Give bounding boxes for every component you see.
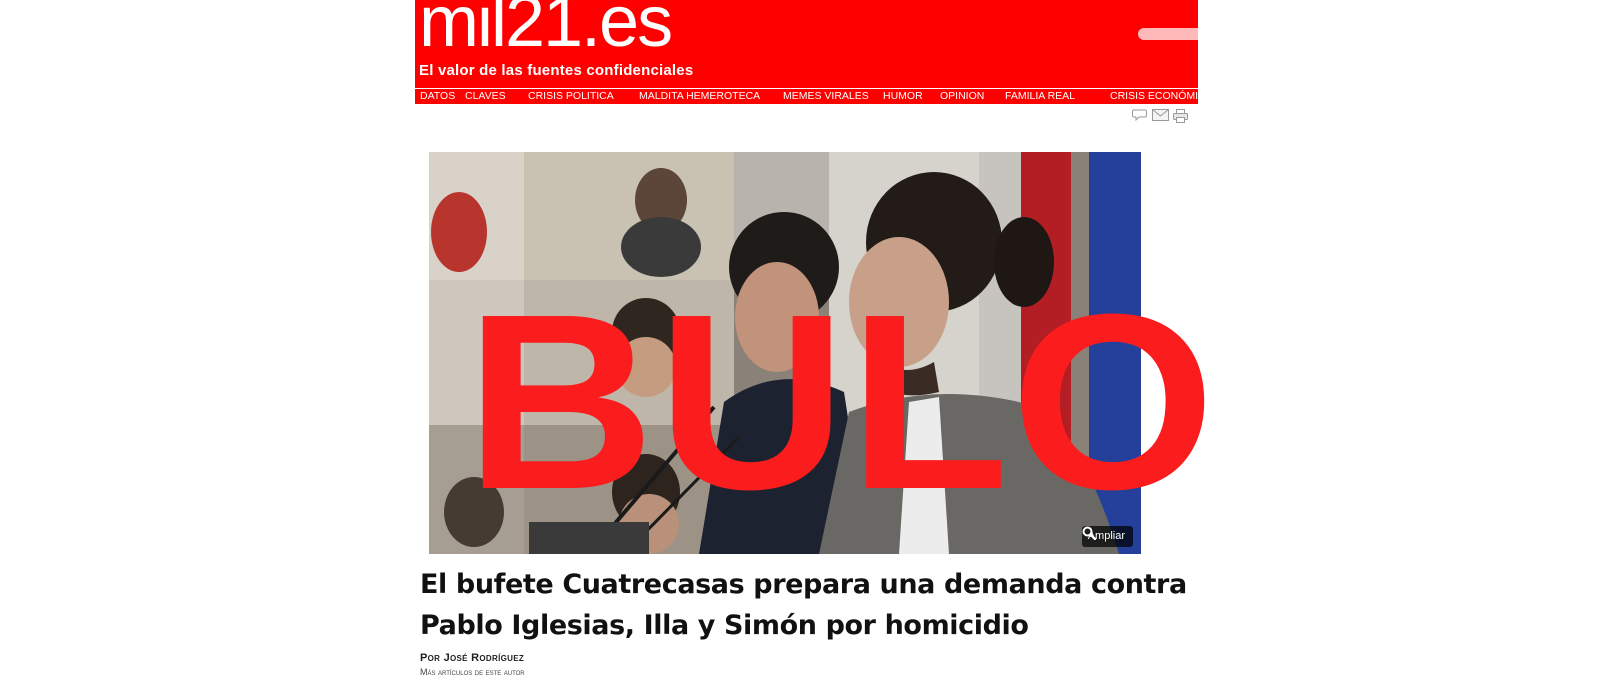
email-icon[interactable]: [1152, 109, 1169, 121]
print-icon[interactable]: [1173, 109, 1188, 123]
nav-item-maldita-hemeroteca[interactable]: MALDITA HEMEROTECA: [639, 90, 760, 103]
nav-item-opinion[interactable]: OPINION: [940, 90, 984, 103]
nav-item-humor[interactable]: HUMOR: [883, 90, 923, 103]
nav-item-crisis-politica[interactable]: CRISIS POLITICA: [528, 90, 614, 103]
article-tools: [1132, 109, 1192, 123]
article-byline[interactable]: Por José Rodríguez: [420, 652, 524, 664]
nav-item-claves[interactable]: CLAVES: [465, 90, 506, 103]
nav-item-datos[interactable]: DATOS: [420, 90, 455, 103]
masthead: mil21.es El valor de las fuentes confide…: [415, 0, 1198, 88]
hoax-stamp: BULO: [465, 262, 1218, 541]
main-navigation: DATOS CLAVES CRISIS POLITICA MALDITA HEM…: [415, 88, 1198, 104]
comment-icon[interactable]: [1132, 109, 1147, 121]
nav-item-familia-real[interactable]: FAMILIA REAL: [1005, 90, 1075, 103]
header-search-bar[interactable]: [1138, 28, 1198, 40]
page: mil21.es El valor de las fuentes confide…: [415, 0, 1215, 677]
nav-item-crisis-economica[interactable]: CRISIS ECONÓMIC: [1110, 90, 1198, 103]
article-headline: El bufete Cuatrecasas prepara una demand…: [420, 569, 1187, 641]
nav-item-memes-virales[interactable]: MEMES VIRALES: [783, 90, 869, 103]
site-tagline: El valor de las fuentes confidenciales: [419, 62, 694, 79]
site-logo[interactable]: mil21.es: [419, 0, 673, 58]
more-articles-link[interactable]: Más artículos de este autor: [420, 667, 525, 677]
